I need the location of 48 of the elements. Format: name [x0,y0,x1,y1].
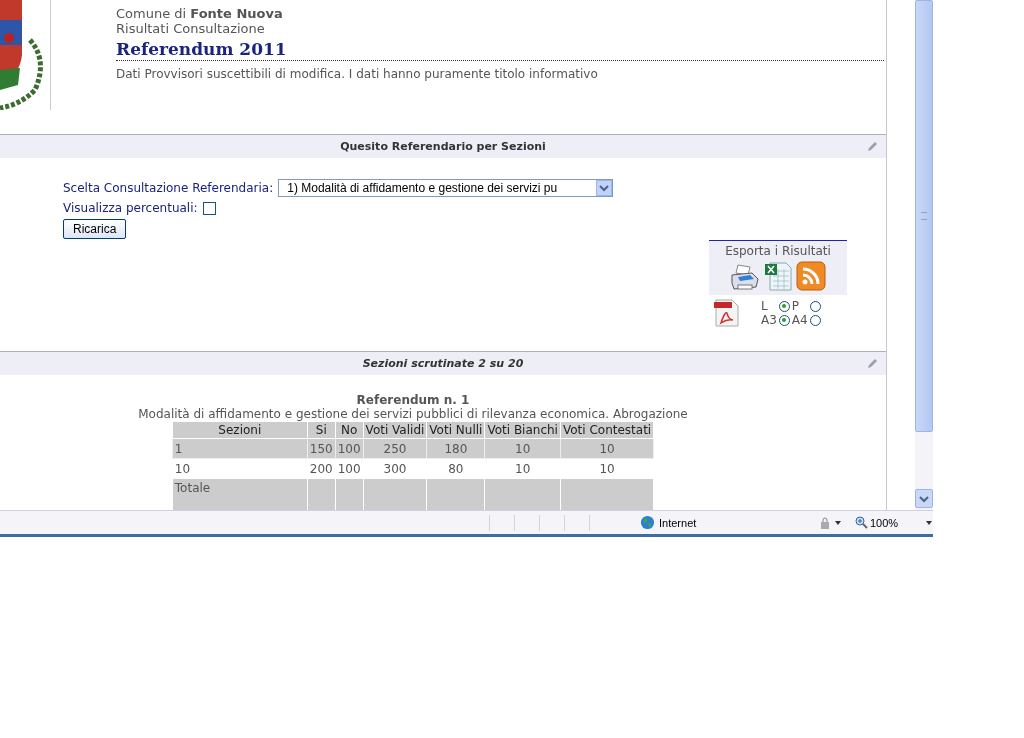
caret-icon[interactable] [926,520,933,525]
referendum-question: Modalità di affidamento e gestione dei servizi pubblici di rilevanza economica. Abrogazione [138,407,688,421]
notice-text: Dati Provvisori suscettibili di modifica. I dati hanno puramente titolo informativo [116,67,599,81]
column-header: Sezioni [172,421,308,439]
panel-title: Quesito Referendario per Sezioni [340,140,546,153]
protected-mode-button[interactable] [818,515,841,530]
percent-checkbox[interactable] [202,201,216,215]
column-header: Si [307,421,336,439]
caret-icon [599,183,610,193]
percent-label: Visualizza percentuali: [63,201,198,215]
rss-icon[interactable] [796,261,826,291]
column-header: Voti Bianchi [484,421,561,439]
orientation-label: L [761,299,769,313]
scrollbar-thumb[interactable] [915,0,933,432]
panel-title: Sezioni scrutinate 2 su 20 [362,357,524,370]
caret-icon [919,493,929,504]
select-label: Scelta Consultazione Referendaria: [63,181,274,195]
table-cell: 1 [172,438,308,459]
table-cell: Totale [172,478,308,510]
orientation-label: P [791,299,801,313]
page-title: Referendum 2011 [116,36,884,61]
lock-icon [818,515,832,530]
radio-button[interactable] [778,314,790,326]
referendum-title: Referendum n. 1 [356,393,470,407]
radio-button[interactable] [809,300,821,312]
dropdown-button[interactable] [596,180,613,196]
export-title: Esporta i Risultati [725,244,831,258]
caret-icon [835,520,841,525]
pdf-icon[interactable] [713,299,739,327]
referendum-select[interactable]: 1) Modalità di affidamento e gestione dei servizi pu [278,179,614,197]
spreadsheet-icon[interactable] [764,261,792,291]
globe-icon [640,515,655,530]
zoom-icon [855,516,868,529]
security-zone: Internet [659,516,697,529]
printer-icon[interactable] [730,263,760,291]
column-header: Voti Nulli [426,421,485,439]
scroll-down-button[interactable] [915,489,933,508]
column-header: Voti Validi [363,421,427,439]
page-subtitle: Risultati Consultazione [116,21,266,36]
radio-button[interactable] [809,314,821,326]
column-header: Voti Contestati [560,421,654,439]
paper-size-label: A3 [761,313,777,327]
zoom-button[interactable]: 100% [855,516,899,529]
paper-size-label: A4 [791,313,808,327]
radio-button[interactable] [778,300,790,312]
municipality-name: Comune di Fonte Nuova [116,6,284,21]
reload-button[interactable]: Ricarica [63,219,127,239]
column-header: No [335,421,364,439]
